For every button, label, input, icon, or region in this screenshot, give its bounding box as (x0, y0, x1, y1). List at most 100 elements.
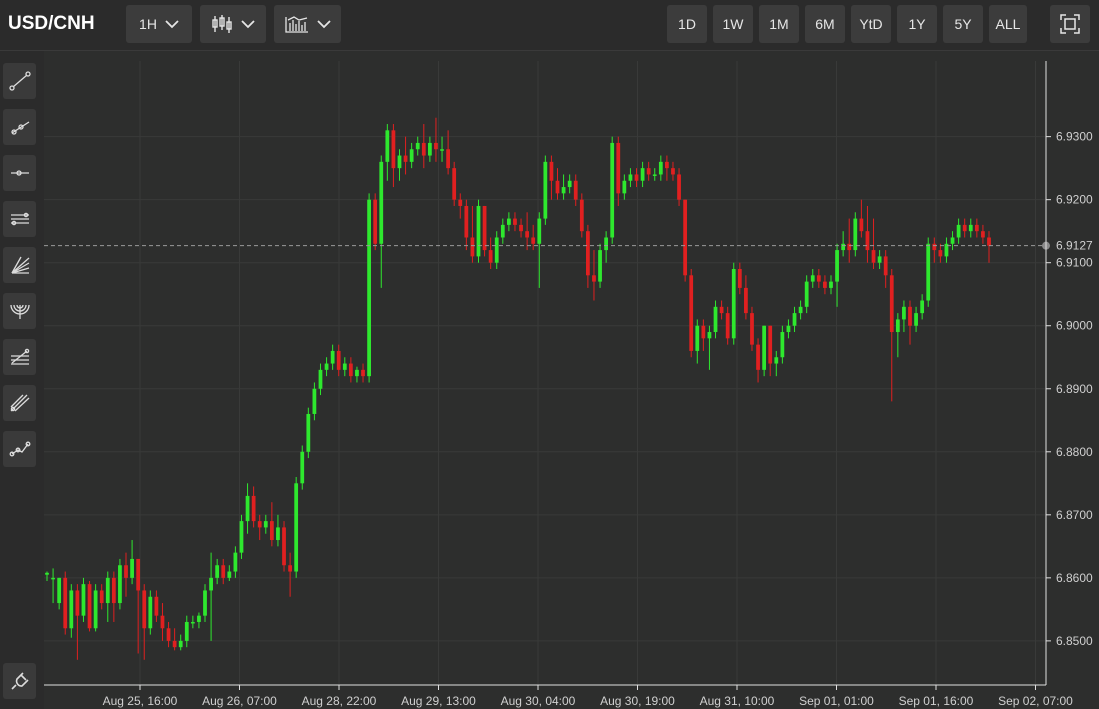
price-chart[interactable]: 6.9300 6.9200 6.9100 6.9000 6.8900 6.8800 6.87… (44, 51, 1099, 709)
range-1w-button[interactable]: 1W (713, 5, 753, 43)
candle-body (355, 369, 359, 377)
fib-arc-tool[interactable] (3, 293, 36, 329)
range-5y-button[interactable]: 5Y (943, 5, 983, 43)
candle (689, 269, 694, 358)
candle-body (166, 628, 171, 641)
candle-body (124, 565, 128, 578)
candle-body (458, 199, 463, 206)
candle-body (968, 224, 973, 232)
y-axis: 6.9300 6.9200 6.9100 6.9000 6.8900 6.8800 6.87… (1046, 130, 1093, 648)
candle-body (744, 287, 748, 314)
candle-body (63, 577, 68, 629)
candle-body (689, 275, 694, 351)
x-tick-label: Sep 01, 16:00 (899, 694, 974, 708)
parallel-channel-icon (10, 212, 29, 226)
candle-body (713, 306, 718, 333)
interval-dropdown[interactable]: 1H (126, 5, 192, 43)
candle-body (403, 155, 408, 162)
indicators-dropdown[interactable] (274, 5, 341, 43)
ray-tool[interactable] (3, 109, 36, 145)
candle-body (962, 224, 967, 232)
plot-area (44, 51, 1046, 685)
candle-body (148, 596, 153, 629)
candle (282, 521, 286, 572)
candle-body (239, 521, 244, 553)
candle-body (628, 174, 633, 181)
candle-body (895, 319, 900, 333)
candle-body (646, 168, 651, 175)
candle-body (737, 269, 742, 288)
candle-body (786, 325, 791, 333)
candle-body (160, 615, 165, 629)
candle (482, 205, 487, 257)
candle-body (197, 615, 201, 622)
candle-body (616, 142, 621, 194)
parallel-channel-tool[interactable] (3, 201, 36, 237)
candle-body (470, 237, 475, 257)
candle (63, 571, 68, 635)
candle-body (598, 250, 602, 282)
candle-body (257, 521, 262, 528)
x-tick-label: Aug 26, 07:00 (202, 694, 277, 708)
range-ytd-button[interactable]: YtD (851, 5, 891, 43)
candle-body (543, 161, 548, 219)
candle-body (221, 565, 226, 578)
candle-body (640, 168, 645, 181)
x-tick-label: Sep 02, 07:00 (998, 694, 1073, 708)
horizontal-line-tool[interactable] (3, 155, 36, 191)
candle (750, 306, 754, 351)
candle-body (367, 199, 371, 377)
candle-body (409, 149, 414, 162)
candle (476, 199, 481, 263)
y-tick-label: 6.9200 (1056, 193, 1093, 207)
range-1m-button[interactable]: 1M (759, 5, 799, 43)
y-tick-label: 6.8500 (1056, 634, 1093, 648)
candle-body (87, 584, 92, 629)
trend-line-tool[interactable] (3, 63, 36, 99)
candle-body (184, 621, 189, 641)
range-all-button[interactable]: ALL (989, 5, 1027, 43)
x-tick-label: Aug 31, 10:00 (700, 694, 775, 708)
candle-body (531, 237, 536, 244)
range-1d-button[interactable]: 1D (667, 5, 707, 43)
candlestick-icon (212, 15, 232, 33)
candle-body (251, 495, 256, 522)
candle-body (154, 596, 159, 616)
fib-fan-icon (10, 256, 29, 274)
magnet-button[interactable] (3, 663, 36, 699)
path-tool[interactable] (3, 431, 36, 467)
y-tick-label: 6.9100 (1056, 256, 1093, 270)
candle-body (385, 130, 390, 162)
y-tick-label: 6.8700 (1056, 508, 1093, 522)
candle-body (227, 571, 232, 578)
x-tick-label: Aug 25, 16:00 (103, 694, 178, 708)
candle-body (494, 237, 499, 263)
candle-body (294, 483, 299, 572)
fib-fan-tool[interactable] (3, 247, 36, 283)
candle (294, 477, 299, 578)
candle-body (391, 130, 396, 169)
candle-body (908, 306, 912, 326)
candle-body (446, 149, 450, 169)
range-6m-button[interactable]: 6M (805, 5, 845, 43)
chevron-down-icon (165, 19, 179, 28)
last-price-label: 6.9127 (1056, 239, 1093, 253)
range-1y-button[interactable]: 1Y (897, 5, 937, 43)
chart-type-dropdown[interactable] (200, 5, 266, 43)
candle (926, 237, 931, 307)
candle-body (300, 451, 305, 484)
candle-body (841, 243, 846, 251)
candle-body (81, 584, 86, 616)
symbol-title: USD/CNH (8, 13, 95, 34)
fib-retracement-tool[interactable] (3, 339, 36, 375)
pitchfork-tool[interactable] (3, 385, 36, 421)
candle-body (203, 590, 207, 616)
y-tick-label: 6.8600 (1056, 571, 1093, 585)
chevron-down-icon (316, 19, 331, 28)
fib-retracement-icon (10, 348, 29, 365)
fullscreen-button[interactable] (1050, 5, 1090, 43)
candle-body (57, 577, 62, 604)
candle-body (312, 388, 317, 414)
candle-body (573, 180, 578, 200)
candle-body (282, 527, 286, 566)
